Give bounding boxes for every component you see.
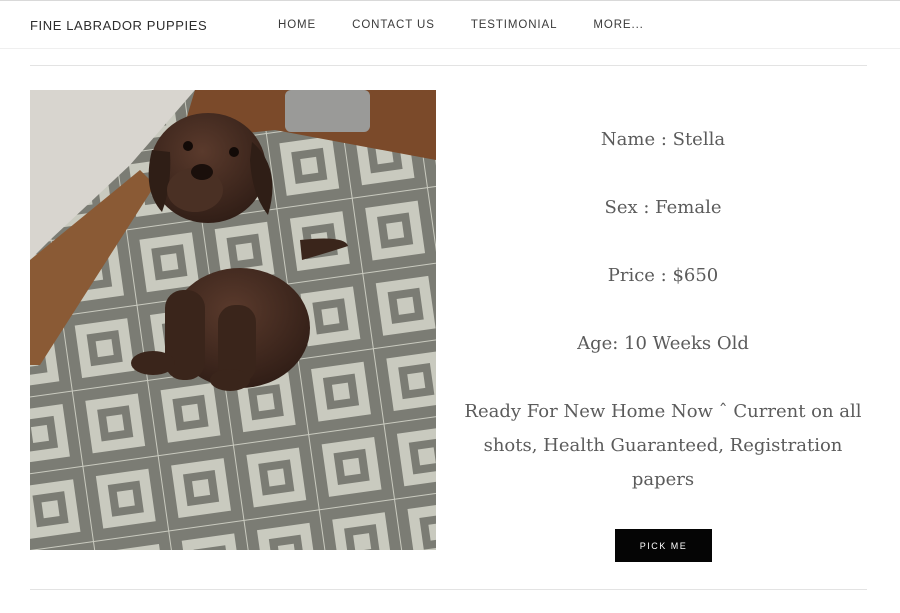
- top-navigation-bar: FINE LABRADOR PUPPIES HOME CONTACT US TE…: [0, 0, 900, 49]
- puppy-description: Ready For New Home Now ˆ Current on all …: [464, 401, 862, 490]
- puppy-name: Name : Stella: [600, 129, 726, 150]
- nav-testimonial[interactable]: TESTIMONIAL: [471, 19, 558, 31]
- puppy-sex: Sex : Female: [604, 197, 722, 218]
- puppy-photo-illustration: [30, 90, 436, 550]
- divider-bottom: [30, 589, 867, 590]
- nav-contact-us[interactable]: CONTACT US: [352, 19, 435, 31]
- main-nav: HOME CONTACT US TESTIMONIAL MORE...: [278, 19, 680, 31]
- divider-top: [30, 65, 867, 66]
- site-title-link[interactable]: FINE LABRADOR PUPPIES: [30, 18, 207, 33]
- nav-home[interactable]: HOME: [278, 19, 316, 31]
- pick-me-button[interactable]: PICK ME: [615, 529, 712, 562]
- puppy-price: Price : $650: [607, 265, 719, 286]
- nav-more[interactable]: MORE...: [593, 19, 643, 31]
- puppy-photo: [30, 90, 436, 550]
- puppy-age: Age: 10 Weeks Old: [577, 333, 749, 354]
